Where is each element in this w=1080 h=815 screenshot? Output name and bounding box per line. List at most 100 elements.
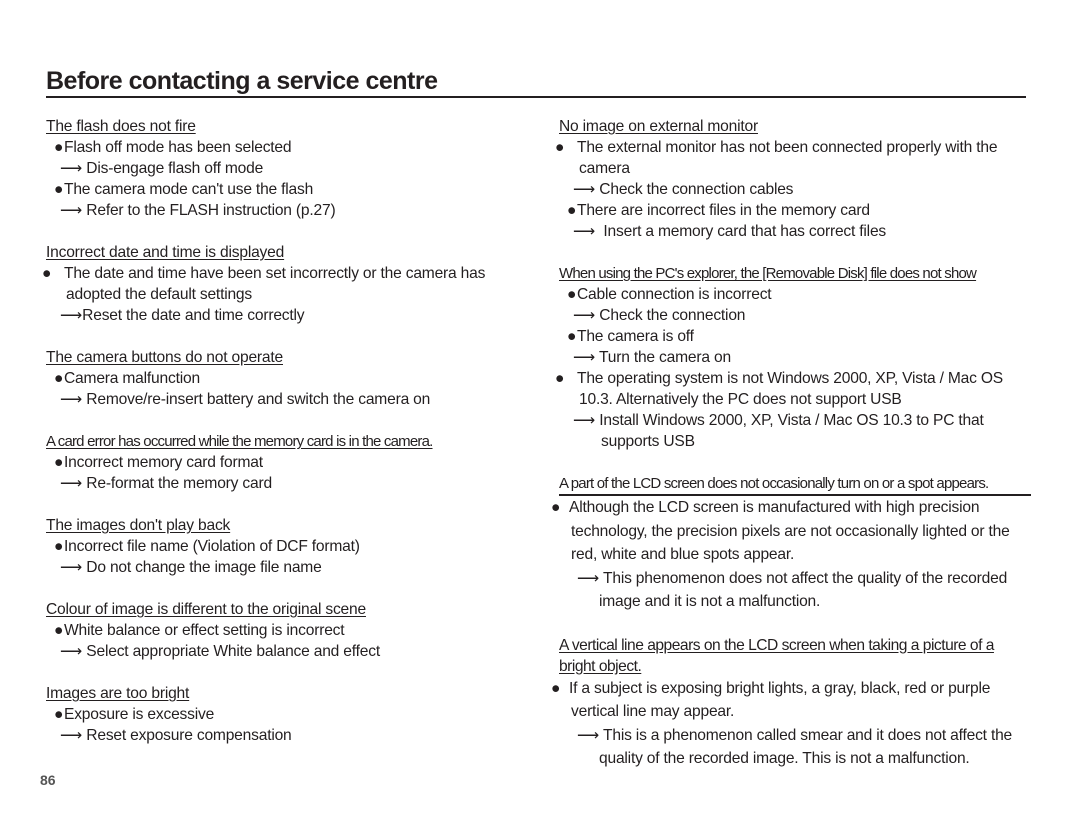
bullet-icon: ● xyxy=(54,370,64,387)
arrow-right-icon: ⟶ xyxy=(60,643,83,660)
cause-text: White balance or effect setting is incor… xyxy=(64,622,345,639)
cause-text: Camera malfunction xyxy=(64,370,200,387)
section-heading: The camera buttons do not operate xyxy=(46,349,283,366)
arrow-right-icon: ⟶ xyxy=(60,307,83,324)
cause-text: Exposure is excessive xyxy=(64,706,215,723)
fix-item: ⟶ Insert a memory card that has correct … xyxy=(559,221,1031,242)
fix-text: This is a phenomenon called smear and it… xyxy=(599,726,1013,768)
fix-text: Refer to the FLASH instruction (p.27) xyxy=(86,202,336,219)
bullet-icon: ● xyxy=(551,679,561,697)
fix-item: ⟶ Check the connection xyxy=(559,305,1031,326)
fix-text: Turn the camera on xyxy=(599,349,731,366)
cause-text: Incorrect memory card format xyxy=(64,454,263,471)
fix-text: Reset exposure compensation xyxy=(86,727,292,744)
arrow-right-icon: ⟶ xyxy=(573,307,596,324)
fix-text: Do not change the image file name xyxy=(86,559,322,576)
section-heading: When using the PC's explorer, the [Remov… xyxy=(559,265,977,282)
section-removable-disk: When using the PC's explorer, the [Remov… xyxy=(555,263,1031,452)
bullet-icon: ● xyxy=(54,139,64,156)
cause-item: ●Exposure is excessive xyxy=(46,704,526,725)
cause-text: Although the LCD screen is manufactured … xyxy=(569,499,1010,563)
fix-item: ⟶ This phenomenon does not affect the qu… xyxy=(559,567,1031,614)
arrow-right-icon: ⟶ xyxy=(577,569,600,587)
arrow-right-icon: ⟶ xyxy=(577,726,600,744)
fix-item: ⟶ Turn the camera on xyxy=(559,347,1031,368)
fix-item: ⟶ This is a phenomenon called smear and … xyxy=(559,724,1031,771)
section-heading: Images are too bright xyxy=(46,685,190,702)
section-colour-different: Colour of image is different to the orig… xyxy=(46,599,526,662)
bullet-icon: ● xyxy=(54,454,64,471)
fix-text: Check the connection xyxy=(599,307,746,324)
fix-item: ⟶ Remove/re-insert battery and switch th… xyxy=(46,389,526,410)
section-heading: A vertical line appears on the LCD scree… xyxy=(559,636,994,675)
fix-text: Check the connection cables xyxy=(599,181,794,198)
arrow-right-icon: ⟶ xyxy=(60,160,83,177)
bullet-icon: ● xyxy=(555,370,565,387)
cause-item: ●Flash off mode has been selected xyxy=(46,137,526,158)
page-title: Before contacting a service centre xyxy=(46,66,1026,98)
fix-text: Reset the date and time correctly xyxy=(82,307,305,324)
fix-item: ⟶ Dis-engage flash off mode xyxy=(46,158,526,179)
section-incorrect-date: Incorrect date and time is displayed ● Th… xyxy=(42,242,526,326)
left-column: The flash does not fire ●Flash off mode … xyxy=(42,116,526,746)
cause-item: ●Camera malfunction xyxy=(46,368,526,389)
cause-item: ●Incorrect file name (Violation of DCF f… xyxy=(46,536,526,557)
cause-text: If a subject is exposing bright lights, … xyxy=(569,679,991,721)
fix-item: ⟶ Refer to the FLASH instruction (p.27) xyxy=(46,200,526,221)
fix-item: ⟶ Check the connection cables xyxy=(559,179,1031,200)
cause-item: ●The camera mode can't use the flash xyxy=(46,179,526,200)
cause-text: The camera is off xyxy=(577,328,694,345)
fix-item: ⟶ Re-format the memory card xyxy=(46,473,526,494)
cause-item: ● The date and time have been set incorre… xyxy=(42,263,526,305)
bullet-icon: ● xyxy=(567,202,577,219)
cause-item: ●Cable connection is incorrect xyxy=(559,284,1031,305)
bullet-icon: ● xyxy=(54,622,64,639)
fix-text: This phenomenon does not affect the qual… xyxy=(599,569,1008,611)
cause-text: The operating system is not Windows 2000… xyxy=(577,370,1003,408)
fix-text: Select appropriate White balance and eff… xyxy=(86,643,380,660)
fix-item: ⟶ Reset exposure compensation xyxy=(46,725,526,746)
bullet-icon: ● xyxy=(567,328,577,345)
cause-text: Flash off mode has been selected xyxy=(64,139,292,156)
fix-text: Insert a memory card that has correct fi… xyxy=(603,223,887,240)
section-card-error: A card error has occurred while the memo… xyxy=(46,431,526,494)
bullet-icon: ● xyxy=(555,139,565,156)
arrow-right-icon: ⟶ xyxy=(60,559,83,576)
fix-text: Install Windows 2000, XP, Vista / Mac OS… xyxy=(599,412,984,450)
cause-text: The camera mode can't use the flash xyxy=(64,181,314,198)
page-number: 86 xyxy=(40,772,56,788)
bullet-icon: ● xyxy=(54,538,64,555)
cause-item: ●There are incorrect files in the memory… xyxy=(559,200,1031,221)
cause-text: The date and time have been set incorrec… xyxy=(64,265,486,303)
section-heading: Colour of image is different to the orig… xyxy=(46,601,366,618)
section-heading: The images don't play back xyxy=(46,517,231,534)
cause-item: ● If a subject is exposing bright lights,… xyxy=(551,677,1031,724)
fix-item: ⟶ Install Windows 2000, XP, Vista / Mac … xyxy=(559,410,1031,452)
cause-item: ● Although the LCD screen is manufactured… xyxy=(551,496,1031,567)
section-heading: A part of the LCD screen does not occasi… xyxy=(559,473,1031,496)
cause-text: The external monitor has not been connec… xyxy=(577,139,998,177)
arrow-right-icon: ⟶ xyxy=(573,181,596,198)
bullet-icon: ● xyxy=(54,706,64,723)
cause-item: ● The operating system is not Windows 200… xyxy=(555,368,1031,410)
fix-text: Dis-engage flash off mode xyxy=(86,160,264,177)
cause-item: ●White balance or effect setting is inco… xyxy=(46,620,526,641)
bullet-icon: ● xyxy=(54,181,64,198)
section-lcd-spot: A part of the LCD screen does not occasi… xyxy=(551,473,1031,614)
arrow-right-icon: ⟶ xyxy=(60,391,83,408)
section-heading: Incorrect date and time is displayed xyxy=(46,244,285,261)
fix-item: ⟶ Select appropriate White balance and e… xyxy=(46,641,526,662)
section-buttons-not-operate: The camera buttons do not operate ●Camer… xyxy=(46,347,526,410)
cause-text: There are incorrect files in the memory … xyxy=(577,202,870,219)
fix-item: ⟶ Do not change the image file name xyxy=(46,557,526,578)
section-vertical-line: A vertical line appears on the LCD scree… xyxy=(551,635,1031,771)
bullet-icon: ● xyxy=(567,286,577,303)
cause-text: Cable connection is incorrect xyxy=(577,286,772,303)
arrow-right-icon: ⟶ xyxy=(60,727,83,744)
arrow-right-icon: ⟶ xyxy=(60,202,83,219)
cause-item: ●Incorrect memory card format xyxy=(46,452,526,473)
arrow-right-icon: ⟶ xyxy=(573,349,596,366)
section-too-bright: Images are too bright ●Exposure is exces… xyxy=(46,683,526,746)
cause-text: Incorrect file name (Violation of DCF fo… xyxy=(64,538,360,555)
cause-item: ● The external monitor has not been conne… xyxy=(555,137,1031,179)
